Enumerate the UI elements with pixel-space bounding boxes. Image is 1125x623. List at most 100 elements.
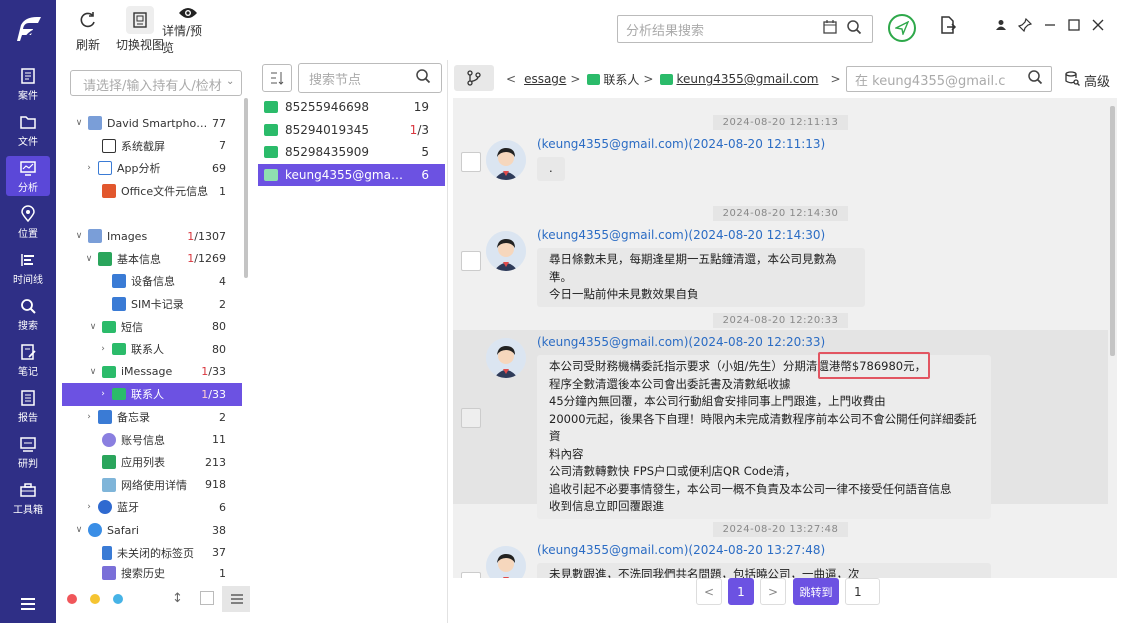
- tree-item-device-info[interactable]: 设备信息 4: [62, 270, 242, 293]
- contact-item[interactable]: 85298435909 5: [258, 141, 445, 164]
- tree-item-sms[interactable]: ∨ 短信 80: [62, 315, 242, 338]
- message-item-highlighted[interactable]: (keung4355@gmail.com)(2024-08-20 12:20:3…: [453, 330, 1108, 519]
- chevron-right-icon[interactable]: ›: [98, 344, 108, 354]
- tree-item-open-tabs[interactable]: 未关闭的标签页 37: [62, 541, 242, 564]
- breadcrumb-item[interactable]: keung4355@gmail.com: [676, 72, 818, 86]
- message-list[interactable]: 2024-08-20 12:11:13 (keung4355@gmail.com…: [453, 98, 1117, 578]
- next-page-button[interactable]: >: [760, 578, 786, 605]
- collapse-icon[interactable]: ↕: [172, 591, 183, 606]
- nav-file[interactable]: 文件: [6, 110, 50, 150]
- chevron-right-icon[interactable]: >: [831, 72, 841, 86]
- message-sender: (keung4355@gmail.com)(2024-08-20 12:20:3…: [537, 335, 826, 349]
- tree-item-app-list[interactable]: 应用列表 213: [62, 451, 242, 474]
- tree-scrollbar[interactable]: [244, 98, 248, 278]
- tree-item-basic-info[interactable]: ∨ 基本信息 1/1269: [62, 248, 242, 271]
- advanced-search-button[interactable]: 高级: [1064, 70, 1110, 90]
- search-icon[interactable]: [1027, 69, 1043, 89]
- chevron-right-icon[interactable]: ›: [84, 412, 94, 422]
- tree-item-search-history[interactable]: 搜索历史 1: [62, 564, 242, 582]
- info-icon: [98, 251, 112, 266]
- blue-dot-icon[interactable]: [113, 594, 123, 604]
- nav-location[interactable]: 位置: [6, 202, 50, 242]
- office-icon: [102, 184, 116, 199]
- tree-item-images[interactable]: ∨ Images 1/1307: [62, 225, 242, 248]
- chevron-down-icon[interactable]: ∨: [88, 322, 98, 332]
- pin-icon[interactable]: [1014, 14, 1036, 36]
- node-search-input[interactable]: 搜索节点: [298, 63, 442, 93]
- tree-item-app-analysis[interactable]: › App分析 69: [62, 157, 242, 180]
- contact-item[interactable]: 85255946698 19: [258, 96, 445, 119]
- breadcrumb-item[interactable]: 联系人: [603, 71, 639, 88]
- close-icon[interactable]: [1087, 14, 1109, 36]
- jump-page-input[interactable]: 1: [845, 578, 880, 605]
- nav-case[interactable]: 案件: [6, 64, 50, 104]
- tree-label: Images: [107, 229, 148, 243]
- tree-item-memo[interactable]: › 备忘录 2: [62, 406, 242, 429]
- tree-item-account[interactable]: 账号信息 11: [62, 428, 242, 451]
- tree-item-safari[interactable]: ∨ Safari 38: [62, 519, 242, 542]
- message-checkbox[interactable]: [461, 408, 481, 428]
- apps-icon: [98, 161, 112, 176]
- chevron-left-icon[interactable]: <: [506, 72, 516, 86]
- chevron-right-icon[interactable]: ›: [84, 502, 94, 512]
- export-icon[interactable]: [937, 14, 959, 36]
- contact-item-selected[interactable]: keung4355@gmail.c... 6: [258, 163, 445, 186]
- sort-icon[interactable]: [262, 64, 292, 92]
- tree-item-imessage-contacts[interactable]: › 联系人 1/33: [62, 383, 242, 406]
- tree-item-sim[interactable]: SIM卡记录 2: [62, 293, 242, 316]
- tree-item-office[interactable]: Office文件元信息 1: [62, 180, 242, 203]
- tree-item-screenshot[interactable]: 系统截屏 7: [62, 135, 242, 158]
- prev-page-button[interactable]: <: [696, 578, 722, 605]
- message-scrollbar[interactable]: [1110, 106, 1115, 356]
- jump-to-button[interactable]: 跳转到: [793, 578, 839, 605]
- nav-judge[interactable]: 研判: [6, 432, 50, 472]
- chevron-down-icon[interactable]: ∨: [74, 525, 84, 535]
- search-icon[interactable]: [415, 68, 431, 88]
- minimize-icon[interactable]: [1039, 14, 1061, 36]
- send-icon[interactable]: [888, 14, 916, 42]
- nav-timeline[interactable]: 时间线: [6, 248, 50, 288]
- switch-view-button[interactable]: 切换视图: [114, 6, 166, 56]
- message-item[interactable]: (keung4355@gmail.com)(2024-08-20 13:27:4…: [453, 538, 1108, 578]
- message-item[interactable]: (keung4355@gmail.com)(2024-08-20 12:14:3…: [453, 223, 1108, 307]
- chevron-down-icon[interactable]: ∨: [88, 367, 98, 377]
- breadcrumb-item[interactable]: essage: [524, 72, 566, 86]
- menu-icon[interactable]: [14, 592, 42, 616]
- chevron-down-icon[interactable]: ∨: [74, 118, 84, 128]
- message-checkbox[interactable]: [461, 152, 481, 172]
- result-search-input[interactable]: 分析结果搜索: [617, 15, 873, 43]
- nav-toolbox[interactable]: 工具箱: [6, 478, 50, 518]
- message-item[interactable]: (keung4355@gmail.com)(2024-08-20 12:11:1…: [453, 132, 1108, 184]
- list-view-icon[interactable]: [222, 586, 250, 612]
- chevron-right-icon[interactable]: ›: [84, 163, 94, 173]
- nav-report[interactable]: 报告: [6, 386, 50, 426]
- detail-preview-button[interactable]: 详情/预览: [162, 6, 214, 56]
- message-checkbox[interactable]: [461, 251, 481, 271]
- nav-analysis[interactable]: 分析: [6, 156, 50, 196]
- message-line: 追收引起不必要事情發生，本公司一概不負責及本公司一律不接受任何語音信息: [549, 481, 952, 496]
- tree-item-imessage[interactable]: ∨ iMessage 1/33: [62, 361, 242, 384]
- branch-icon[interactable]: [454, 65, 494, 91]
- tree-item-device[interactable]: ∨ David Smartphon... 77: [62, 112, 242, 135]
- tree-item-sms-contacts[interactable]: › 联系人 80: [62, 338, 242, 361]
- message-search-input[interactable]: 在 keung4355@gmail.c: [846, 66, 1052, 92]
- calendar-icon[interactable]: [822, 19, 838, 39]
- grid-view-icon[interactable]: [200, 591, 214, 605]
- yellow-dot-icon[interactable]: [90, 594, 100, 604]
- contact-item[interactable]: 85294019345 1/3: [258, 119, 445, 142]
- maximize-icon[interactable]: [1063, 14, 1085, 36]
- refresh-button[interactable]: 刷新: [72, 6, 104, 56]
- nav-search[interactable]: 搜索: [6, 294, 50, 334]
- current-page-button[interactable]: 1: [728, 578, 754, 605]
- bluetooth-icon: [98, 500, 112, 515]
- tree-item-network[interactable]: 网络使用详情 918: [62, 474, 242, 497]
- nav-note[interactable]: 笔记: [6, 340, 50, 380]
- red-dot-icon[interactable]: [67, 594, 77, 604]
- chevron-down-icon[interactable]: ∨: [74, 231, 84, 241]
- search-icon[interactable]: [846, 19, 862, 39]
- holder-select[interactable]: 请选择/输入持有人/检材: [70, 70, 242, 96]
- chevron-down-icon[interactable]: ∨: [84, 254, 94, 264]
- tree-item-bluetooth[interactable]: › 蓝牙 6: [62, 496, 242, 519]
- chevron-right-icon[interactable]: ›: [98, 389, 108, 399]
- user-icon[interactable]: [990, 14, 1012, 36]
